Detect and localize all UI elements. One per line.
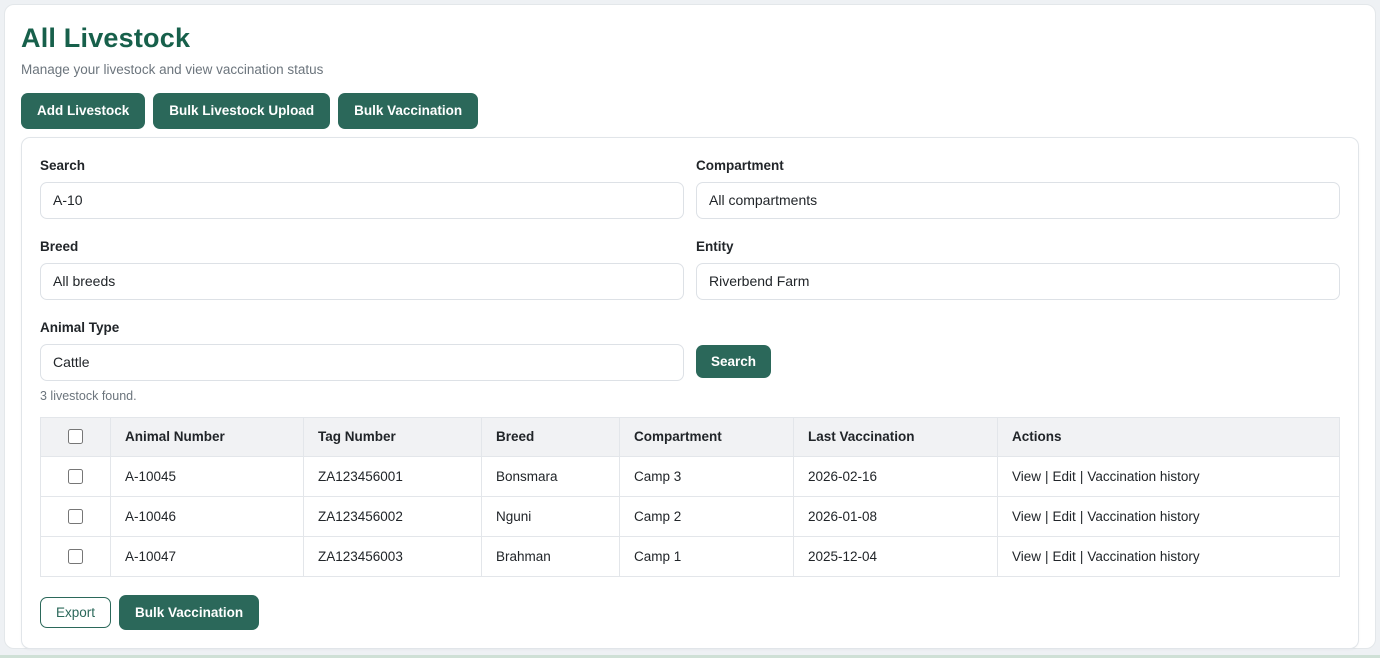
bulk-vaccination-button[interactable]: Bulk Vaccination [338, 93, 478, 129]
cell-actions: View|Edit|Vaccination history [998, 536, 1340, 576]
page-subtitle: Manage your livestock and view vaccinati… [21, 62, 1359, 77]
animal-type-select[interactable] [40, 344, 684, 381]
cell-last-vaccination: 2025-12-04 [794, 536, 998, 576]
vaccination-history-link[interactable]: Vaccination history [1087, 469, 1199, 484]
action-separator: | [1076, 509, 1088, 524]
compartment-label: Compartment [696, 158, 1340, 173]
row-select-checkbox[interactable] [68, 549, 83, 564]
breed-label: Breed [40, 239, 684, 254]
breed-field-group: Breed [40, 239, 684, 300]
cell-compartment: Camp 3 [620, 456, 794, 496]
column-header-compartment: Compartment [620, 417, 794, 456]
footer-bulk-vaccination-button[interactable]: Bulk Vaccination [119, 595, 259, 631]
filter-and-results-card: Search Compartment Breed Entity Animal T… [21, 137, 1359, 650]
bulk-livestock-upload-button[interactable]: Bulk Livestock Upload [153, 93, 330, 129]
compartment-field-group: Compartment [696, 158, 1340, 219]
cell-breed: Bonsmara [482, 456, 620, 496]
cell-compartment: Camp 2 [620, 496, 794, 536]
entity-select[interactable] [696, 263, 1340, 300]
edit-link[interactable]: Edit [1053, 549, 1076, 564]
select-all-checkbox[interactable] [68, 429, 83, 444]
entity-label: Entity [696, 239, 1340, 254]
filter-search-button[interactable]: Search [696, 345, 771, 379]
action-separator: | [1076, 549, 1088, 564]
action-separator: | [1041, 469, 1053, 484]
edit-link[interactable]: Edit [1053, 509, 1076, 524]
vaccination-history-link[interactable]: Vaccination history [1087, 509, 1199, 524]
add-livestock-button[interactable]: Add Livestock [21, 93, 145, 129]
cell-tag-number: ZA123456003 [304, 536, 482, 576]
action-separator: | [1076, 469, 1088, 484]
table-row: A-10047 ZA123456003 Brahman Camp 1 2025-… [41, 536, 1340, 576]
column-header-breed: Breed [482, 417, 620, 456]
row-select-checkbox[interactable] [68, 469, 83, 484]
action-separator: | [1041, 509, 1053, 524]
animal-type-label: Animal Type [40, 320, 684, 335]
entity-field-group: Entity [696, 239, 1340, 300]
header-action-bar: Add Livestock Bulk Livestock Upload Bulk… [21, 93, 1359, 129]
cell-actions: View|Edit|Vaccination history [998, 456, 1340, 496]
view-link[interactable]: View [1012, 509, 1041, 524]
cell-breed: Nguni [482, 496, 620, 536]
export-button[interactable]: Export [40, 597, 111, 629]
table-header-row: Animal Number Tag Number Breed Compartme… [41, 417, 1340, 456]
cell-animal-number: A-10046 [111, 496, 304, 536]
search-label: Search [40, 158, 684, 173]
cell-actions: View|Edit|Vaccination history [998, 496, 1340, 536]
action-separator: | [1041, 549, 1053, 564]
cell-last-vaccination: 2026-02-16 [794, 456, 998, 496]
cell-animal-number: A-10045 [111, 456, 304, 496]
result-count-text: 3 livestock found. [40, 389, 1340, 403]
page-container: All Livestock Manage your livestock and … [4, 4, 1376, 649]
page-title: All Livestock [21, 23, 1359, 54]
search-input[interactable] [40, 182, 684, 219]
cell-tag-number: ZA123456002 [304, 496, 482, 536]
animal-type-field-group: Animal Type [40, 320, 684, 381]
breed-select[interactable] [40, 263, 684, 300]
livestock-table: Animal Number Tag Number Breed Compartme… [40, 417, 1340, 577]
column-header-actions: Actions [998, 417, 1340, 456]
column-header-tag-number: Tag Number [304, 417, 482, 456]
cell-compartment: Camp 1 [620, 536, 794, 576]
table-footer-actions: Export Bulk Vaccination [40, 595, 1340, 631]
search-button-cell: Search [696, 320, 1340, 381]
filter-grid: Search Compartment Breed Entity Animal T… [40, 158, 1340, 381]
select-all-header-cell [41, 417, 111, 456]
column-header-animal-number: Animal Number [111, 417, 304, 456]
view-link[interactable]: View [1012, 549, 1041, 564]
table-row: A-10046 ZA123456002 Nguni Camp 2 2026-01… [41, 496, 1340, 536]
cell-breed: Brahman [482, 536, 620, 576]
column-header-last-vaccination: Last Vaccination [794, 417, 998, 456]
compartment-select[interactable] [696, 182, 1340, 219]
row-select-checkbox[interactable] [68, 509, 83, 524]
table-row: A-10045 ZA123456001 Bonsmara Camp 3 2026… [41, 456, 1340, 496]
view-link[interactable]: View [1012, 469, 1041, 484]
cell-last-vaccination: 2026-01-08 [794, 496, 998, 536]
cell-tag-number: ZA123456001 [304, 456, 482, 496]
cell-animal-number: A-10047 [111, 536, 304, 576]
edit-link[interactable]: Edit [1053, 469, 1076, 484]
vaccination-history-link[interactable]: Vaccination history [1087, 549, 1199, 564]
search-field-group: Search [40, 158, 684, 219]
